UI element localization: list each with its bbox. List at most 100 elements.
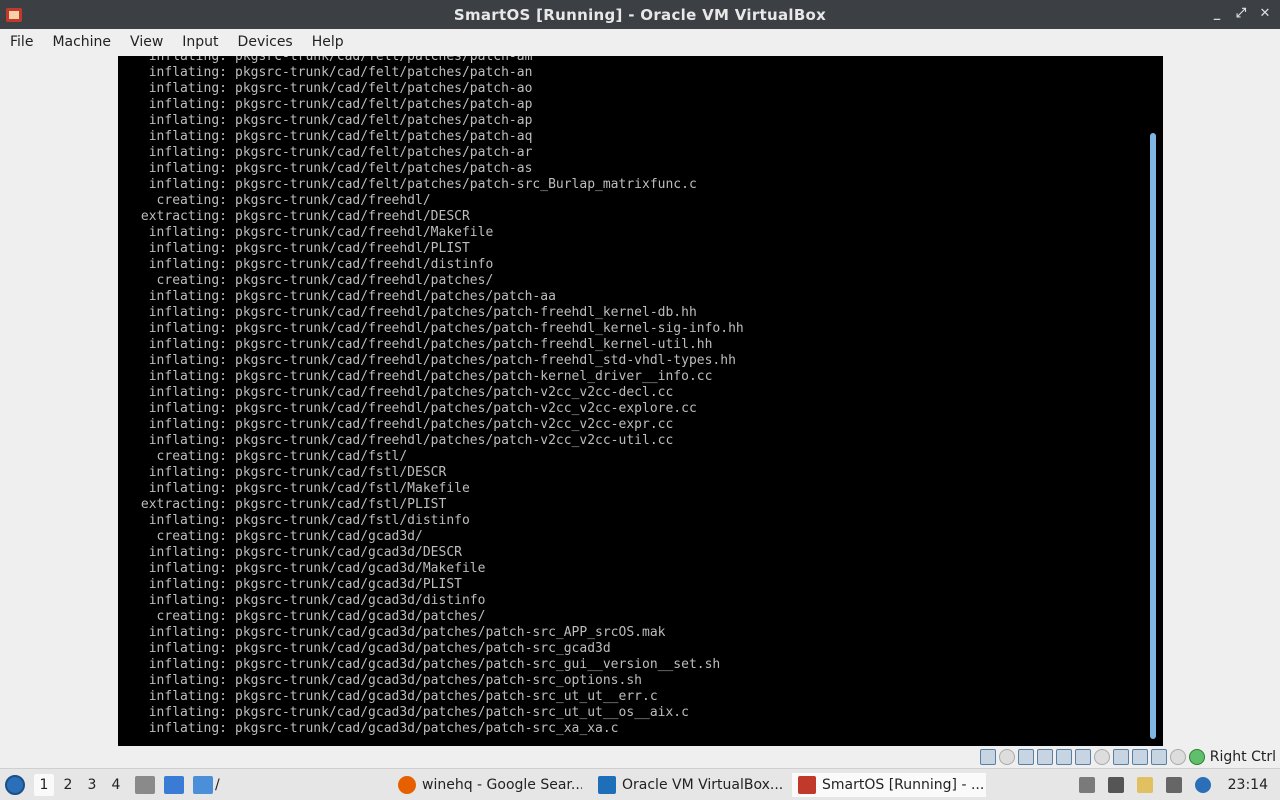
console-path: pkgsrc-trunk/cad/felt/patches/patch-aq	[235, 129, 533, 144]
console-line: inflating: pkgsrc-trunk/cad/felt/patches/…	[118, 81, 1143, 97]
console-action: inflating:	[148, 321, 227, 336]
minimize-button[interactable]: _	[1210, 6, 1224, 22]
console-path: pkgsrc-trunk/cad/felt/patches/patch-ap	[235, 113, 533, 128]
console-line: inflating: pkgsrc-trunk/cad/freehdl/patch…	[118, 417, 1143, 433]
audio-icon[interactable]	[1017, 749, 1034, 765]
virtualbox-vm-icon	[798, 776, 816, 794]
workspace-2[interactable]: 2	[58, 774, 78, 796]
keyboard-icon[interactable]	[1188, 749, 1205, 765]
console-action: inflating:	[148, 289, 227, 304]
console-action: creating:	[156, 529, 227, 544]
task-virtualbox-manager[interactable]: Oracle VM VirtualBox...	[592, 773, 782, 797]
console-action: inflating:	[148, 433, 227, 448]
console-action: inflating:	[148, 673, 227, 688]
menu-machine[interactable]: Machine	[46, 29, 117, 56]
console-path: pkgsrc-trunk/cad/freehdl/patches/patch-f…	[235, 337, 713, 352]
console-action: creating:	[156, 609, 227, 624]
console-line: inflating: pkgsrc-trunk/cad/gcad3d/patche…	[118, 625, 1143, 641]
console-path: pkgsrc-trunk/cad/freehdl/patches/patch-v…	[235, 401, 697, 416]
folder-path-label[interactable]: /	[215, 777, 220, 793]
console-line: inflating: pkgsrc-trunk/cad/gcad3d/DESCR	[118, 545, 1143, 561]
network-icon[interactable]	[1036, 749, 1053, 765]
console-action: inflating:	[148, 721, 227, 736]
menu-file[interactable]: File	[4, 29, 39, 56]
console-action: inflating:	[148, 657, 227, 672]
window-title: SmartOS [Running] - Oracle VM VirtualBox	[453, 5, 827, 24]
console-action: inflating:	[148, 385, 227, 400]
volume-icon[interactable]	[1107, 777, 1124, 793]
console-scrollbar[interactable]	[1150, 133, 1156, 739]
console-line: inflating: pkgsrc-trunk/cad/felt/patches/…	[118, 56, 1143, 65]
console-path: pkgsrc-trunk/cad/fstl/PLIST	[235, 497, 447, 512]
console-line: inflating: pkgsrc-trunk/cad/gcad3d/PLIST	[118, 577, 1143, 593]
console-action: inflating:	[148, 593, 227, 608]
console-action: inflating:	[148, 689, 227, 704]
console-line: inflating: pkgsrc-trunk/cad/freehdl/patch…	[118, 337, 1143, 353]
console-line: extracting: pkgsrc-trunk/cad/freehdl/DESC…	[118, 209, 1143, 225]
console-path: pkgsrc-trunk/cad/freehdl/patches/patch-f…	[235, 353, 736, 368]
console-path: pkgsrc-trunk/cad/felt/patches/patch-an	[235, 65, 533, 80]
console-line: inflating: pkgsrc-trunk/cad/freehdl/patch…	[118, 433, 1143, 449]
task-label: winehq - Google Sear...	[422, 777, 582, 793]
file-manager-launcher-icon[interactable]	[135, 775, 155, 794]
close-button[interactable]: ✕	[1258, 6, 1272, 22]
optical-drive-icon[interactable]	[998, 749, 1015, 765]
menu-help[interactable]: Help	[306, 29, 350, 56]
mouse-integration-icon[interactable]	[1169, 749, 1186, 765]
console-line: inflating: pkgsrc-trunk/cad/gcad3d/patche…	[118, 705, 1143, 721]
console-path: pkgsrc-trunk/cad/fstl/DESCR	[235, 465, 447, 480]
console-action: inflating:	[148, 545, 227, 560]
network-tray-icon[interactable]	[1165, 777, 1182, 793]
vm-status-bar: Right Ctrl	[0, 746, 1280, 768]
console-path: pkgsrc-trunk/cad/freehdl/PLIST	[235, 241, 470, 256]
console-action: creating:	[156, 273, 227, 288]
console-path: pkgsrc-trunk/cad/felt/patches/patch-ao	[235, 81, 533, 96]
menu-view[interactable]: View	[124, 29, 169, 56]
cpu-icon[interactable]	[1150, 749, 1167, 765]
workspace-1[interactable]: 1	[34, 773, 54, 796]
console-line: inflating: pkgsrc-trunk/cad/gcad3d/patche…	[118, 641, 1143, 657]
console-action: inflating:	[148, 97, 227, 112]
trash-icon[interactable]	[1078, 777, 1095, 793]
workspace-4[interactable]: 4	[106, 774, 126, 796]
window-titlebar: SmartOS [Running] - Oracle VM VirtualBox…	[0, 0, 1280, 29]
clock[interactable]: 23:14	[1228, 777, 1268, 793]
task-firefox[interactable]: winehq - Google Sear...	[392, 773, 582, 797]
console-line: inflating: pkgsrc-trunk/cad/felt/patches/…	[118, 177, 1143, 193]
console-action: inflating:	[148, 337, 227, 352]
console-path: pkgsrc-trunk/cad/freehdl/patches/patch-v…	[235, 385, 674, 400]
workspace-3[interactable]: 3	[82, 774, 102, 796]
menu-input[interactable]: Input	[176, 29, 224, 56]
console-action: extracting:	[140, 497, 227, 512]
console-path: pkgsrc-trunk/cad/fstl/	[235, 449, 408, 464]
window-controls: _ ⤢ ✕	[1210, 6, 1272, 22]
video-capture-icon[interactable]	[1112, 749, 1129, 765]
desktop-launcher-icon[interactable]	[164, 775, 184, 794]
console-line: creating: pkgsrc-trunk/cad/freehdl/patche…	[118, 273, 1143, 289]
console-path: pkgsrc-trunk/cad/felt/patches/patch-am	[235, 56, 533, 64]
console-path: pkgsrc-trunk/cad/gcad3d/PLIST	[235, 577, 462, 592]
virtualbox-manager-icon	[598, 776, 616, 794]
firefox-icon	[398, 776, 416, 794]
display-icon[interactable]	[1093, 749, 1110, 765]
console-action: inflating:	[148, 353, 227, 368]
virtualbox-app-icon	[6, 8, 22, 22]
host-key-label[interactable]: Right Ctrl	[1210, 749, 1276, 765]
console-line: inflating: pkgsrc-trunk/cad/gcad3d/patche…	[118, 689, 1143, 705]
start-menu-button[interactable]	[0, 770, 30, 800]
maximize-button[interactable]: ⤢	[1234, 6, 1248, 22]
menu-devices[interactable]: Devices	[232, 29, 299, 56]
console-path: pkgsrc-trunk/cad/freehdl/distinfo	[235, 257, 494, 272]
hard-disk-icon[interactable]	[979, 749, 996, 765]
vm-screen[interactable]: inflating: pkgsrc-trunk/cad/felt/patches/…	[118, 56, 1163, 746]
clipboard-icon[interactable]	[1136, 777, 1153, 793]
console-action: inflating:	[148, 161, 227, 176]
notifications-icon[interactable]	[1194, 777, 1211, 793]
console-line: inflating: pkgsrc-trunk/cad/gcad3d/patche…	[118, 721, 1143, 737]
shared-folders-icon[interactable]	[1074, 749, 1091, 765]
folder-launcher-icon[interactable]	[193, 775, 213, 794]
task-smartos-vm[interactable]: SmartOS [Running] - ...	[792, 773, 986, 797]
console-line: inflating: pkgsrc-trunk/cad/freehdl/patch…	[118, 321, 1143, 337]
usb-icon[interactable]	[1055, 749, 1072, 765]
recording-icon[interactable]	[1131, 749, 1148, 765]
